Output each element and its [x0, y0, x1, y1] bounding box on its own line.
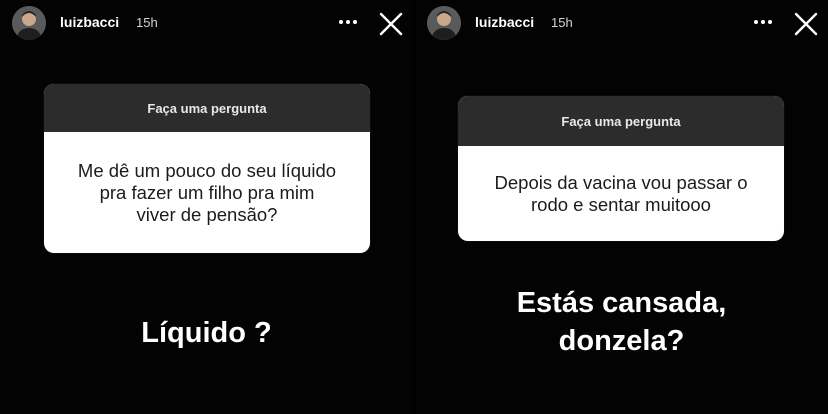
question-line: pra fazer um filho pra mim	[99, 181, 315, 203]
more-horizontal-icon[interactable]	[337, 12, 359, 32]
answer-text: Estás cansada, donzela?	[415, 284, 828, 360]
avatar[interactable]	[12, 6, 46, 40]
story-time: 15h	[551, 15, 573, 30]
question-sticker: Faça uma pergunta Depois da vacina vou p…	[458, 96, 784, 241]
story-header: luizbacci 15h	[0, 4, 413, 44]
answer-line: donzela?	[558, 325, 685, 357]
answer-line: Estás cansada,	[516, 287, 727, 319]
question-sticker-header: Faça uma pergunta	[44, 84, 370, 132]
question-line: Depois da vacina vou passar o	[494, 171, 748, 193]
more-horizontal-icon[interactable]	[752, 12, 774, 32]
story-header: luizbacci 15h	[415, 4, 828, 44]
story-left: luizbacci 15h Faça uma pergunta Me dê um…	[0, 0, 413, 414]
story-right: luizbacci 15h Faça uma pergunta Depois d…	[415, 0, 828, 414]
username[interactable]: luizbacci	[475, 14, 534, 30]
story-time: 15h	[136, 15, 158, 30]
question-line: Me dê um pouco do seu líquido	[77, 159, 337, 181]
close-icon[interactable]	[378, 11, 404, 37]
username[interactable]: luizbacci	[60, 14, 119, 30]
answer-line: Líquido ?	[141, 317, 272, 349]
close-icon[interactable]	[793, 11, 819, 37]
question-text: Depois da vacina vou passar o rodo e sen…	[458, 146, 784, 241]
story-collage: luizbacci 15h Faça uma pergunta Me dê um…	[0, 0, 828, 414]
question-sticker-header: Faça uma pergunta	[458, 96, 784, 146]
avatar[interactable]	[427, 6, 461, 40]
question-sticker: Faça uma pergunta Me dê um pouco do seu …	[44, 84, 370, 253]
answer-text: Líquido ?	[0, 314, 413, 352]
question-line: rodo e sentar muitooo	[531, 193, 711, 215]
question-text: Me dê um pouco do seu líquido pra fazer …	[44, 132, 370, 253]
question-line: viver de pensão?	[136, 203, 278, 225]
